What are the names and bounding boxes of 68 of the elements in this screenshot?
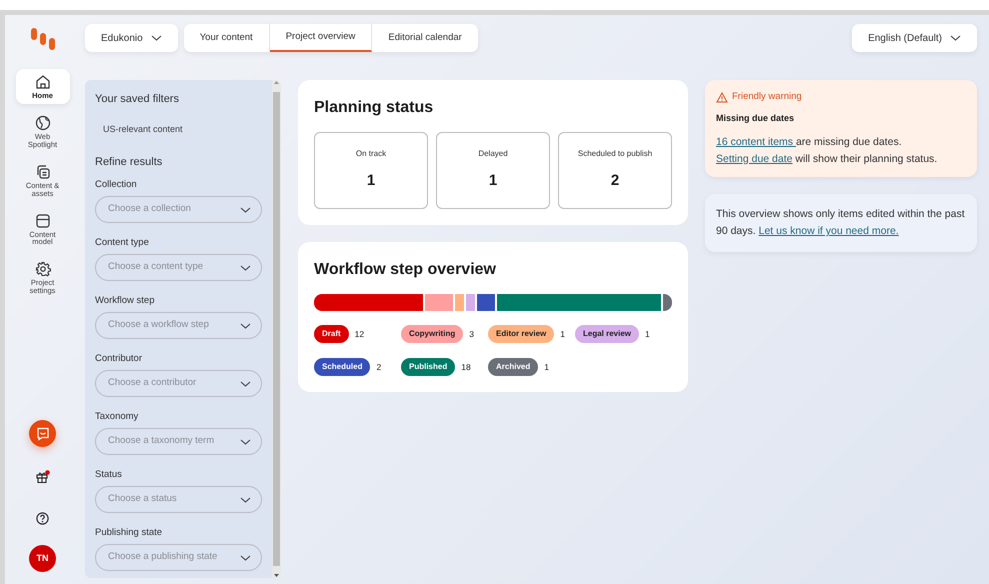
documents-icon	[34, 164, 50, 180]
project-dropdown[interactable]: Edukonio	[85, 24, 178, 52]
stat-label: Scheduled to publish	[578, 148, 652, 160]
saved-filter[interactable]: US-relevant content	[95, 123, 262, 135]
status-tag: Copywriting	[401, 325, 464, 343]
chevron-icon	[240, 322, 251, 328]
scroll-up-icon[interactable]	[273, 80, 280, 86]
warning-title: Missing due dates	[716, 112, 796, 126]
status-tag: Legal review	[575, 325, 640, 343]
field-label: Status	[95, 469, 123, 481]
section-title: Refine results	[95, 155, 164, 169]
item-count: 1	[544, 360, 549, 374]
gift-icon[interactable]	[36, 470, 50, 484]
user-avatar[interactable]: TN	[29, 545, 56, 572]
field-label: Taxonomy	[95, 411, 140, 423]
chevron-icon	[240, 380, 251, 386]
language-dropdown[interactable]: English (Default)	[852, 24, 977, 52]
scroll-down-icon[interactable]	[273, 572, 280, 578]
chevron-icon	[240, 554, 251, 560]
status-tag: Published	[401, 358, 456, 376]
item-count: 18	[461, 360, 471, 374]
field-label: Publishing state	[95, 527, 164, 539]
stat-value: 2	[610, 171, 620, 192]
stat-label: Delayed	[478, 148, 508, 160]
item-count: 1	[560, 328, 565, 340]
warning-icon	[716, 92, 728, 103]
tab[interactable]: Project overview	[270, 24, 372, 52]
link[interactable]: 16 content items	[716, 136, 796, 148]
item-count: 2	[376, 360, 382, 374]
section-title: Your saved filters	[95, 92, 180, 106]
item-count: 12	[354, 328, 364, 340]
field-label: Contributor	[95, 353, 143, 365]
chevron-icon	[240, 264, 251, 270]
item-count: 3	[469, 328, 474, 340]
stat-value: 1	[488, 171, 498, 192]
stat-label: On track	[356, 148, 386, 160]
status-tag: Archived	[488, 358, 538, 376]
globe-icon	[34, 115, 50, 132]
chevron-icon	[240, 206, 251, 212]
layout-icon	[34, 212, 50, 229]
settings-icon	[34, 261, 50, 278]
tab[interactable]: Your content	[184, 24, 270, 52]
info-message: This overview shows only items edited within the past 90 days. Let us know if you need more.	[716, 207, 966, 240]
chat-icon	[36, 426, 50, 440]
help-icon[interactable]	[36, 512, 49, 526]
chevron-icon	[240, 438, 251, 444]
logo-icon[interactable]	[30, 27, 56, 51]
stat-value: 1	[366, 171, 376, 192]
item-count: 1	[645, 328, 650, 340]
warning-message: 16 content items are missing due dates. Setting due date will show their planning status.	[716, 134, 938, 167]
status-tag: Editor review	[488, 325, 554, 343]
field-label: Content type	[95, 237, 150, 249]
card-title: Planning status	[314, 98, 434, 118]
chat-button[interactable]	[29, 420, 56, 447]
chevron-icon	[240, 496, 251, 502]
link[interactable]: Setting due date	[716, 152, 792, 165]
tab[interactable]: Editorial calendar	[372, 24, 478, 52]
chevron-icon	[150, 35, 162, 41]
status-tag: Draft	[314, 325, 349, 343]
field-label: Collection	[95, 179, 138, 191]
warning-label: Friendly warning	[732, 90, 802, 104]
field-label: Workflow step	[95, 295, 156, 307]
card-title: Workflow step overview	[314, 260, 497, 280]
link[interactable]: Let us know if you need more.	[758, 225, 899, 238]
home-icon	[34, 74, 50, 90]
scrollbar[interactable]	[272, 80, 281, 578]
status-tag: Scheduled	[314, 358, 370, 376]
chevron-icon	[950, 35, 961, 41]
